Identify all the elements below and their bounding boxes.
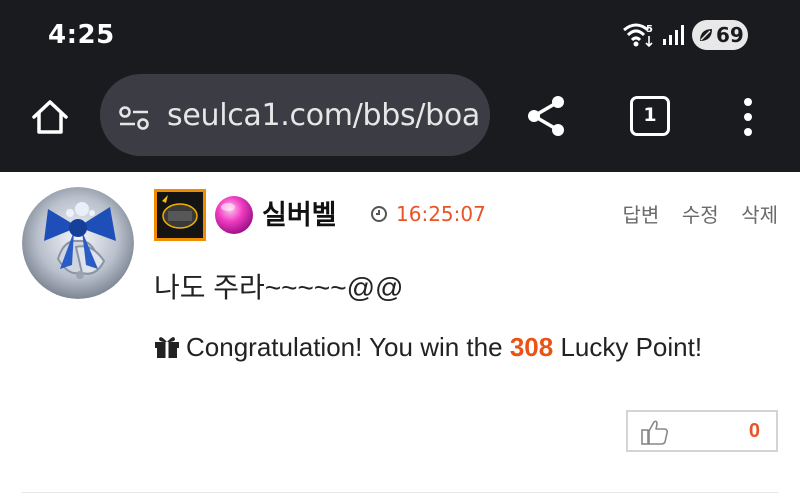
site-settings-icon[interactable] [118, 105, 150, 131]
signal-icon [663, 25, 684, 45]
status-time: 4:25 [48, 20, 115, 50]
tab-count: 1 [643, 104, 657, 126]
tab-switcher-button[interactable]: 1 [630, 96, 670, 136]
battery-level: 69 [716, 23, 744, 47]
delete-button[interactable]: 삭제 [741, 205, 778, 227]
battery-indicator: 69 [692, 20, 748, 50]
comment-timestamp: 16:25:07 [396, 202, 486, 226]
reward-suffix: Lucky Point! [560, 332, 703, 362]
divider [22, 492, 778, 493]
gift-icon [155, 337, 179, 358]
thumbs-up-icon [641, 420, 669, 445]
comment-actions: 답변 수정 삭제 [605, 199, 778, 228]
comment-body: 나도 주라~~~~~@@ [154, 272, 404, 303]
reward-message: Congratulation! You win the 308 Lucky Po… [154, 332, 702, 363]
share-icon[interactable] [524, 92, 568, 140]
like-button[interactable]: 0 [626, 410, 778, 452]
member-rank-icon [215, 196, 253, 234]
more-menu-icon[interactable] [742, 96, 754, 138]
avatar[interactable] [22, 187, 134, 299]
power-saving-icon [700, 29, 712, 41]
like-count: 0 [748, 420, 760, 442]
play-level-icon [154, 189, 206, 241]
address-bar[interactable]: seulca1.com/bbs/boa [100, 74, 490, 156]
home-icon[interactable] [28, 95, 72, 139]
reward-points: 308 [509, 332, 554, 362]
reply-button[interactable]: 답변 [622, 205, 659, 227]
browser-toolbar: seulca1.com/bbs/boa 1 [0, 68, 800, 172]
wifi-band-label: 5 [646, 24, 653, 35]
reward-prefix: Congratulation! You win the [186, 332, 503, 362]
edit-button[interactable]: 수정 [682, 205, 719, 227]
url-text[interactable]: seulca1.com/bbs/boa [167, 98, 480, 133]
clock-icon [371, 206, 387, 222]
status-bar: 4:25 5 69 [0, 0, 800, 68]
comment-author[interactable]: 실버벨 [262, 193, 337, 232]
wifi-icon: 5 [623, 23, 653, 48]
